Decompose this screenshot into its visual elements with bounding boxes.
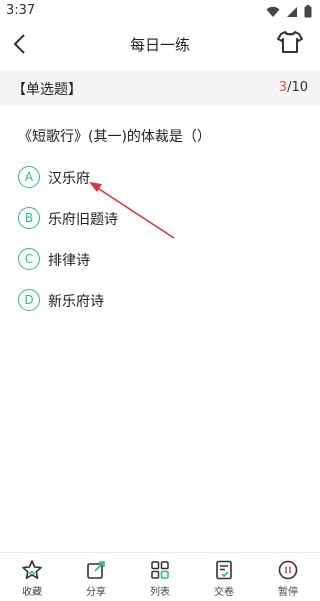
tab-pause-label: 暂停 <box>278 587 298 598</box>
option-a-text: 汉乐府 <box>48 171 90 187</box>
page-title: 每日一练 <box>129 36 190 54</box>
tab-favorite-label: 收藏 <box>22 587 42 598</box>
status-time: 3:37 <box>6 3 36 18</box>
tab-submit[interactable]: 交卷 <box>204 559 244 598</box>
question-type-header: 【单选题】 3/10 <box>0 71 320 105</box>
submit-icon <box>216 560 232 580</box>
option-d[interactable]: D 新乐府诗 <box>18 289 298 315</box>
bottom-toolbar: 收藏 分享 列表 交卷 暂停 <box>0 552 320 601</box>
tab-favorite[interactable]: 收藏 <box>12 559 52 598</box>
question-progress: 3/10 <box>279 80 308 95</box>
tab-list[interactable]: 列表 <box>140 559 180 598</box>
signal-icon <box>287 6 297 17</box>
current-question-number: 3 <box>278 80 288 95</box>
pause-icon <box>278 560 298 580</box>
option-b[interactable]: B 乐府旧题诗 <box>18 207 298 233</box>
tab-pause[interactable]: 暂停 <box>268 559 308 598</box>
option-b-text: 乐府旧题诗 <box>48 212 118 228</box>
question-text: 《短歌行》(其一)的体裁是（） <box>18 129 211 145</box>
grid-icon <box>151 561 169 579</box>
option-a[interactable]: A 汉乐府 <box>18 166 298 192</box>
top-bar: 每日一练 <box>0 22 320 66</box>
option-c-text: 排律诗 <box>48 253 90 269</box>
status-icons <box>266 5 312 18</box>
tab-list-label: 列表 <box>150 587 170 598</box>
option-b-letter: B <box>18 207 40 229</box>
option-a-letter: A <box>18 166 40 188</box>
option-c-letter: C <box>18 248 40 270</box>
total-questions: /10 <box>287 80 308 95</box>
option-d-letter: D <box>18 289 40 311</box>
question-type-label: 【单选题】 <box>12 82 82 98</box>
status-bar: 3:37 <box>0 0 320 22</box>
theme-shirt-icon[interactable] <box>276 28 304 56</box>
share-icon <box>87 561 105 579</box>
option-d-text: 新乐府诗 <box>48 294 104 310</box>
option-c[interactable]: C 排律诗 <box>18 248 298 274</box>
tab-submit-label: 交卷 <box>214 587 234 598</box>
tab-share[interactable]: 分享 <box>76 559 116 598</box>
battery-icon <box>304 5 312 18</box>
wifi-icon <box>266 6 280 17</box>
tab-share-label: 分享 <box>86 587 106 598</box>
star-icon <box>22 560 42 579</box>
